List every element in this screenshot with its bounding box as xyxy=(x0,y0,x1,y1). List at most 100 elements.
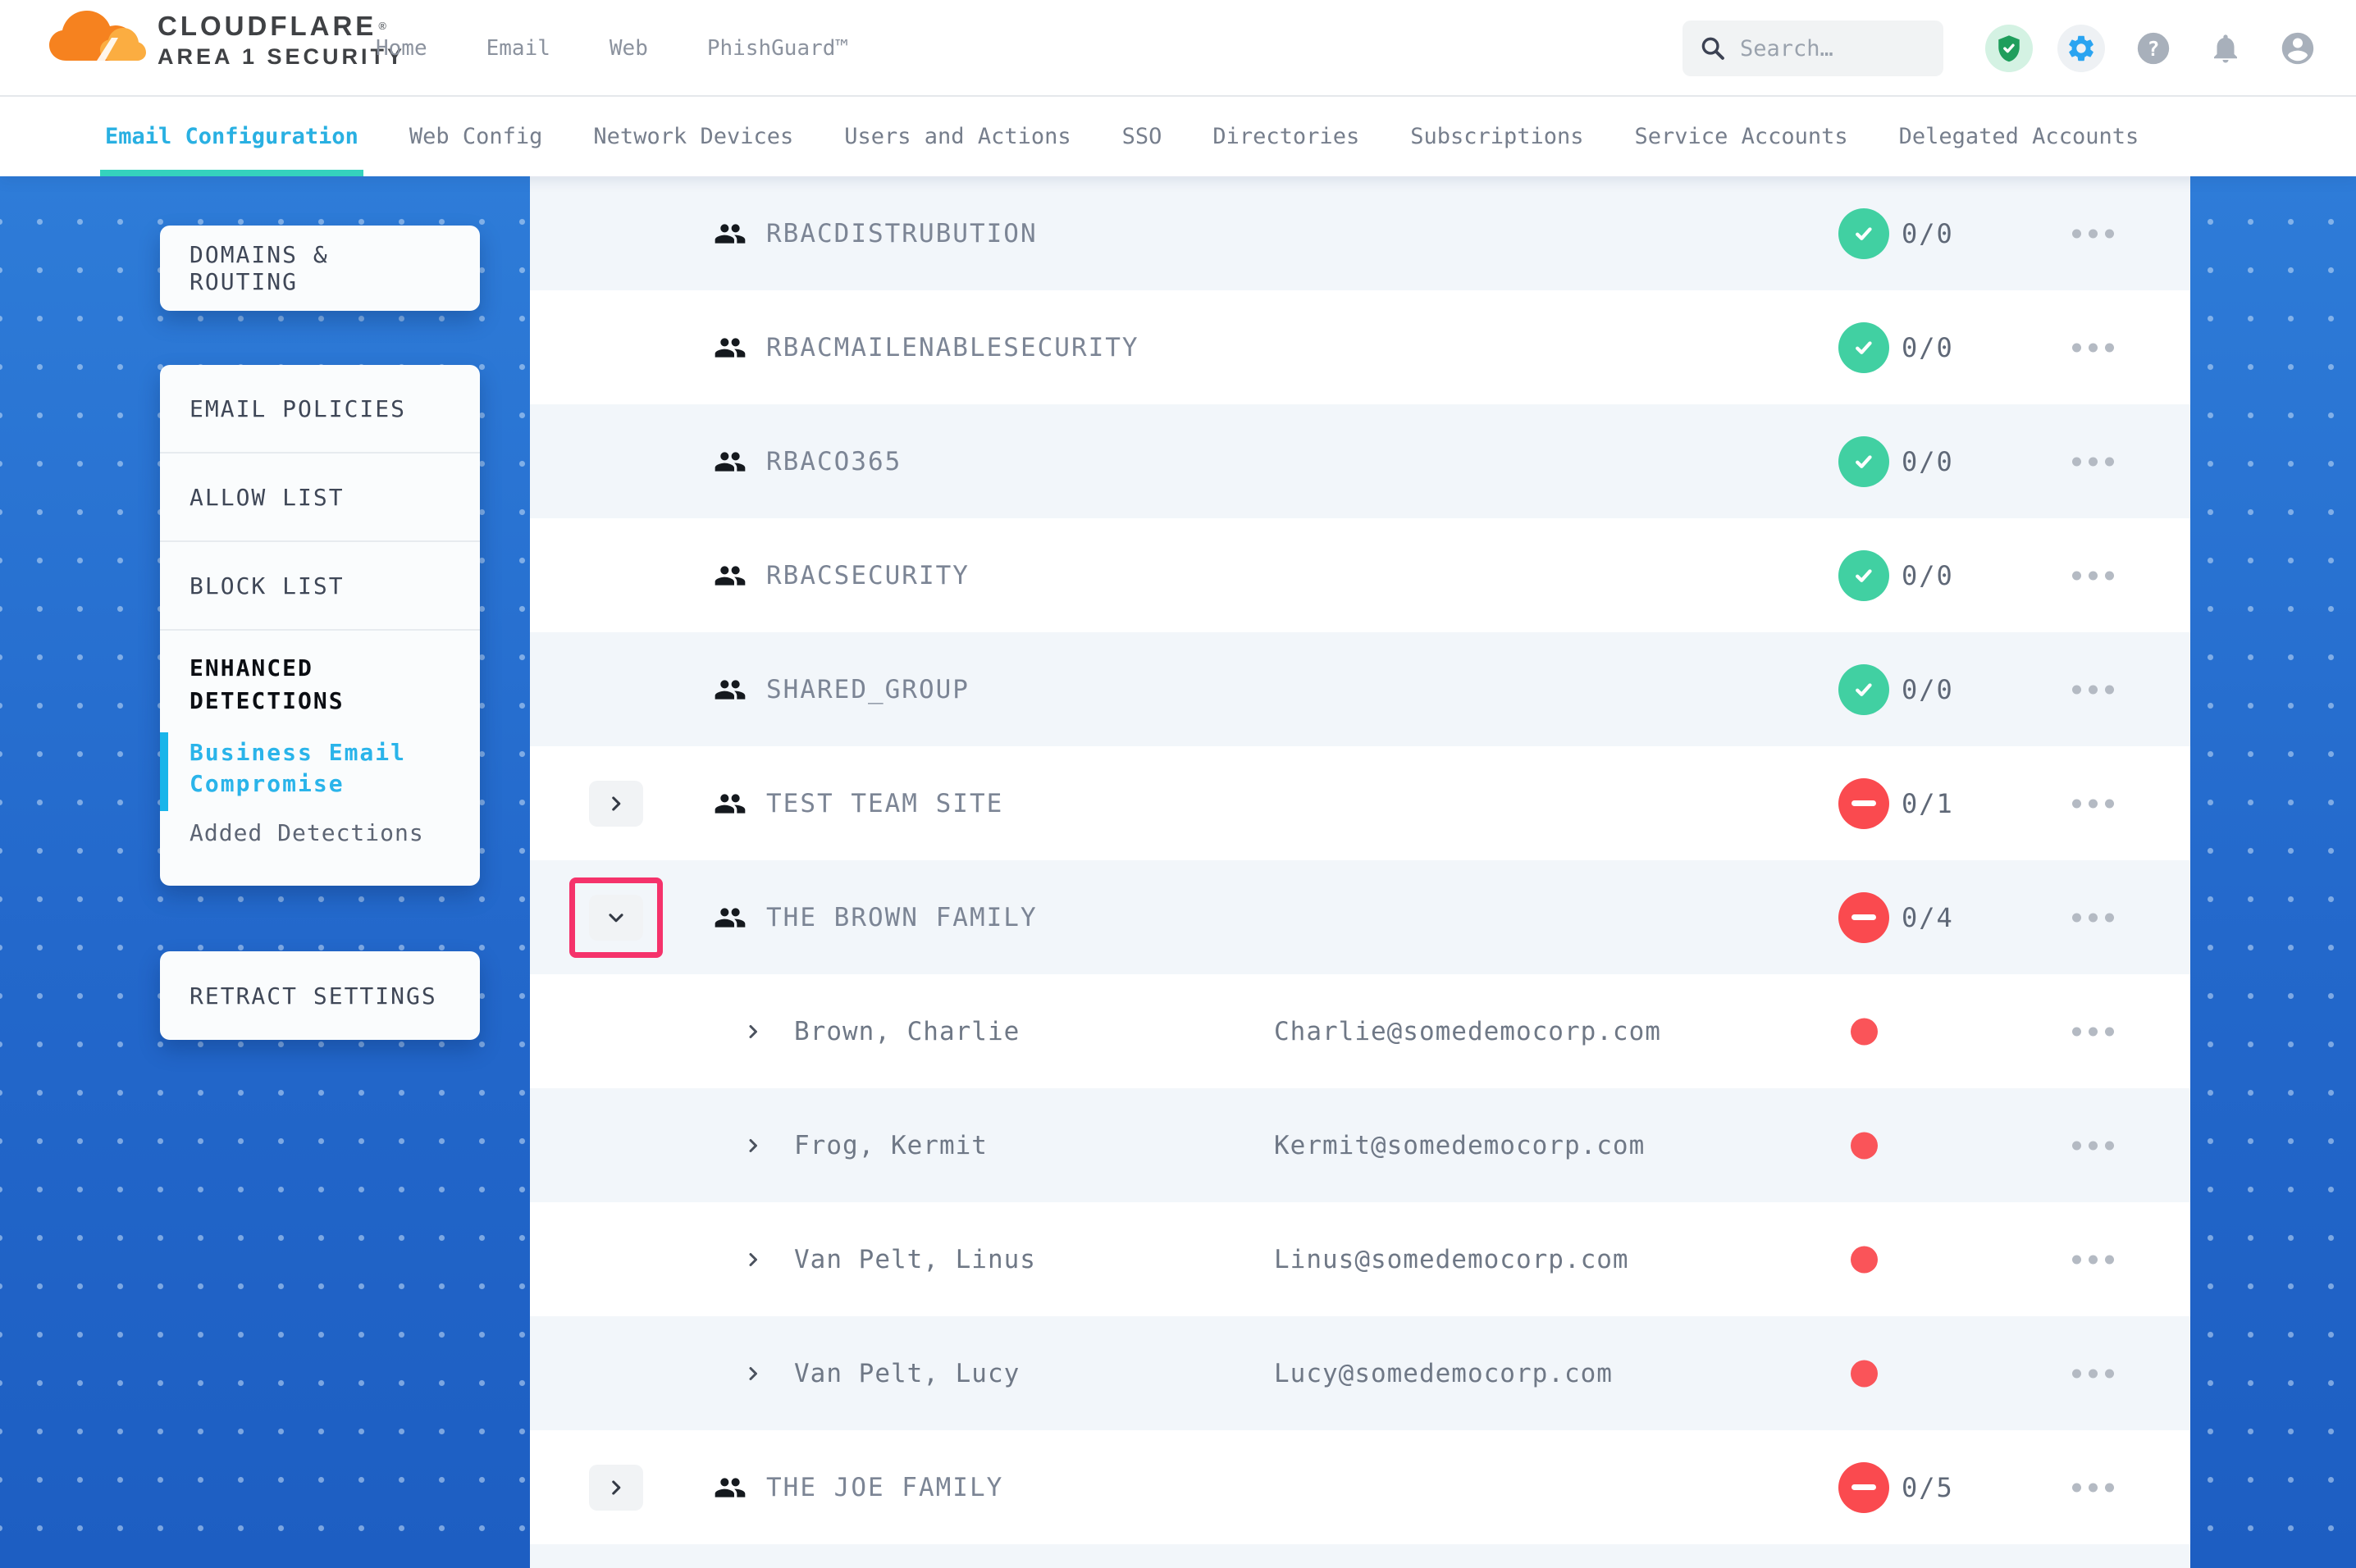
group-name: RBACDISTRUBUTION xyxy=(766,219,1038,248)
sidebar-item-domains-routing[interactable]: DOMAINS & ROUTING xyxy=(160,226,480,311)
nav-phishguard[interactable]: PhishGuard™ xyxy=(707,36,848,61)
group-icon xyxy=(714,787,747,820)
group-table: RBACDISTRUBUTION 0/0 RBACMAILENABLESECURIT… xyxy=(530,176,2190,1568)
group-icon xyxy=(714,1471,747,1504)
tab-subscriptions[interactable]: Subscriptions xyxy=(1410,97,1583,176)
group-name: RBACO365 xyxy=(766,447,902,476)
group-icon xyxy=(714,559,747,592)
brand-line1: CLOUDFLARE® xyxy=(158,10,405,43)
row-menu-button[interactable] xyxy=(2072,229,2114,238)
status-pass-badge xyxy=(1838,550,1889,601)
status-alert-dot xyxy=(1851,1018,1878,1045)
member-count: 0/0 xyxy=(1902,218,1954,249)
sidebar-label: DOMAINS & ROUTING xyxy=(189,241,450,295)
search-input[interactable] xyxy=(1740,36,1927,62)
row-menu-button[interactable] xyxy=(2072,1483,2114,1492)
group-name: THE BROWN FAMILY xyxy=(766,903,1038,932)
group-icon xyxy=(714,445,747,478)
group-name: RBACMAILENABLESECURITY xyxy=(766,333,1139,362)
shield-check-icon[interactable] xyxy=(1985,25,2033,72)
svg-text:?: ? xyxy=(2148,37,2160,61)
brand-logo: CLOUDFLARE® AREA 1 SECURITY xyxy=(48,7,405,74)
row-menu-button[interactable] xyxy=(2072,799,2114,808)
group-icon xyxy=(714,331,747,364)
brand-line2: AREA 1 SECURITY xyxy=(158,43,405,71)
status-alert-dot xyxy=(1851,1246,1878,1273)
group-name: TEST TEAM SITE xyxy=(766,789,1003,818)
table-row-group: THE BROWN FAMILY 0/4 xyxy=(530,860,2190,974)
member-count: 0/4 xyxy=(1902,902,1954,933)
member-name: Van Pelt, Lucy xyxy=(794,1359,1020,1388)
status-alert-dot xyxy=(1851,1132,1878,1159)
member-chevron-icon[interactable] xyxy=(743,1022,763,1042)
tab-network-devices[interactable]: Network Devices xyxy=(593,97,793,176)
tab-service-accounts[interactable]: Service Accounts xyxy=(1635,97,1848,176)
member-count: 0/1 xyxy=(1902,788,1954,819)
page-body: DOMAINS & ROUTING EMAIL POLICIES ALLOW L… xyxy=(0,176,2356,1568)
table-row-group: RBACDISTRUBUTION 0/0 xyxy=(530,176,2190,290)
table-row-group: TEST TEAM SITE 0/1 xyxy=(530,746,2190,860)
annotation-highlight-box xyxy=(569,877,663,958)
collapse-group-button[interactable] xyxy=(589,895,643,941)
table-row-group: RBACO3650/0 xyxy=(530,404,2190,518)
row-menu-button[interactable] xyxy=(2072,1027,2114,1036)
row-menu-button[interactable] xyxy=(2072,1255,2114,1264)
sidebar-item-retract-settings[interactable]: RETRACT SETTINGS xyxy=(160,951,480,1040)
row-menu-button[interactable] xyxy=(2072,1141,2114,1150)
minus-icon xyxy=(1851,800,1876,806)
member-count: 0/0 xyxy=(1902,560,1954,591)
tab-web-config[interactable]: Web Config xyxy=(409,97,543,176)
expand-group-button[interactable] xyxy=(589,781,643,827)
user-icon[interactable] xyxy=(2274,25,2322,72)
tab-directories[interactable]: Directories xyxy=(1212,97,1359,176)
gear-icon[interactable] xyxy=(2057,25,2105,72)
sidebar-item-allow-list[interactable]: ALLOW LIST xyxy=(160,454,480,542)
member-email: Kermit@somedemocorp.com xyxy=(1274,1131,1645,1160)
table-row-group: SHARED_GROUP0/0 xyxy=(530,632,2190,746)
tab-email-configuration[interactable]: Email Configuration xyxy=(105,97,358,176)
member-chevron-icon[interactable] xyxy=(743,1250,763,1269)
sidebar-label: RETRACT SETTINGS xyxy=(189,982,437,1010)
tab-users-and-actions[interactable]: Users and Actions xyxy=(844,97,1071,176)
status-fail-badge xyxy=(1838,1462,1889,1513)
app-window: CLOUDFLARE® AREA 1 SECURITY Home Email W… xyxy=(0,0,2356,1568)
sidebar-enhanced-detections-section: ENHANCED DETECTIONS Business Email Compr… xyxy=(160,631,480,849)
row-menu-button[interactable] xyxy=(2072,457,2114,466)
row-menu-button[interactable] xyxy=(2072,343,2114,352)
member-name: Frog, Kermit xyxy=(794,1131,988,1160)
sidebar-item-block-list[interactable]: BLOCK LIST xyxy=(160,542,480,631)
nav-home[interactable]: Home xyxy=(376,36,427,61)
member-chevron-icon[interactable] xyxy=(743,1364,763,1383)
status-pass-badge xyxy=(1838,322,1889,373)
sidebar-label: ALLOW LIST xyxy=(189,484,345,511)
member-chevron-icon[interactable] xyxy=(743,1136,763,1155)
status-fail-badge xyxy=(1838,892,1889,943)
row-menu-button[interactable] xyxy=(2072,571,2114,580)
cloudflare-cloud-icon xyxy=(48,7,146,74)
row-menu-button[interactable] xyxy=(2072,1369,2114,1378)
expand-group-button[interactable] xyxy=(589,1465,643,1511)
status-alert-dot xyxy=(1851,1360,1878,1387)
help-icon[interactable]: ? xyxy=(2130,25,2177,72)
group-icon xyxy=(714,673,747,706)
status-pass-badge xyxy=(1838,436,1889,487)
table-row-member: Van Pelt, Lucy Lucy@somedemocorp.com xyxy=(530,1316,2190,1430)
sidebar-item-added-detections[interactable]: Added Detections xyxy=(189,818,450,849)
tab-delegated-accounts[interactable]: Delegated Accounts xyxy=(1899,97,2139,176)
member-email: Lucy@somedemocorp.com xyxy=(1274,1359,1613,1388)
group-name: THE JOE FAMILY xyxy=(766,1473,1003,1502)
tab-sso[interactable]: SSO xyxy=(1122,97,1162,176)
nav-web[interactable]: Web xyxy=(610,36,648,61)
group-name: RBACSECURITY xyxy=(766,561,970,590)
sidebar-item-business-email-compromise[interactable]: Business Email Compromise xyxy=(189,737,450,800)
sidebar-label: EMAIL POLICIES xyxy=(189,395,406,422)
bell-icon[interactable] xyxy=(2202,25,2249,72)
search-box[interactable] xyxy=(1683,21,1943,76)
nav-email[interactable]: Email xyxy=(486,36,550,61)
row-menu-button[interactable] xyxy=(2072,913,2114,922)
sidebar-item-email-policies[interactable]: EMAIL POLICIES xyxy=(160,365,480,454)
top-navigation: Home Email Web PhishGuard™ xyxy=(376,0,848,97)
header-icons: ? xyxy=(1985,0,2322,97)
row-menu-button[interactable] xyxy=(2072,685,2114,694)
group-icon xyxy=(714,217,747,250)
